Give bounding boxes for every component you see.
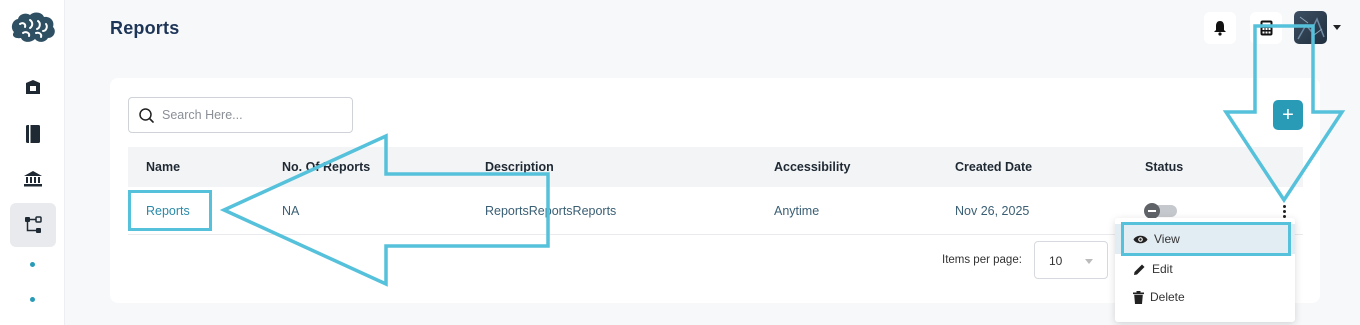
items-per-page-label: Items per page: <box>942 254 1022 266</box>
search-icon <box>139 107 154 123</box>
column-header-created-date[interactable]: Created Date <box>955 160 1032 174</box>
items-per-page-select[interactable]: 10 <box>1034 241 1108 279</box>
bell-icon <box>1214 21 1226 36</box>
column-header-description[interactable]: Description <box>485 160 554 174</box>
sidebar-item-bank[interactable] <box>10 157 56 201</box>
trash-icon <box>1133 290 1144 304</box>
menu-item-label: Delete <box>1150 290 1185 304</box>
highlight-box-view <box>1121 222 1291 256</box>
search-input[interactable] <box>162 108 342 122</box>
highlight-box-reports-link <box>128 190 212 231</box>
column-header-count[interactable]: No. Of Reports <box>282 160 370 174</box>
sidebar-dot[interactable] <box>30 297 35 302</box>
status-toggle[interactable] <box>1144 203 1177 219</box>
column-header-accessibility[interactable]: Accessibility <box>774 160 850 174</box>
chevron-down-icon[interactable] <box>1333 25 1341 30</box>
report-created-date: Nov 26, 2025 <box>955 204 1030 218</box>
items-per-page-value: 10 <box>1049 254 1063 268</box>
chevron-down-icon <box>1085 259 1093 264</box>
sidebar-item-inventory[interactable] <box>10 66 56 110</box>
page-title: Reports <box>110 18 180 38</box>
menu-item-delete[interactable]: Delete <box>1115 282 1295 312</box>
column-header-status[interactable]: Status <box>1145 160 1183 174</box>
box-icon <box>26 80 40 94</box>
report-count: NA <box>282 204 300 218</box>
calculator-icon <box>1260 20 1272 36</box>
avatar[interactable] <box>1294 11 1327 44</box>
sidebar-item-reports[interactable] <box>10 203 56 247</box>
sidebar-dot[interactable] <box>30 262 35 267</box>
pencil-icon <box>1134 264 1145 275</box>
menu-item-edit[interactable]: Edit <box>1115 254 1295 284</box>
table-header: Name No. Of Reports Description Accessib… <box>128 147 1303 187</box>
book-icon <box>26 125 40 143</box>
notification-button[interactable] <box>1204 12 1236 44</box>
column-header-name[interactable]: Name <box>146 160 180 174</box>
report-description: ReportsReportsReports <box>485 204 617 218</box>
report-accessibility: Anytime <box>774 204 820 218</box>
menu-item-label: Edit <box>1152 262 1173 276</box>
bank-icon <box>24 171 42 187</box>
sidebar <box>0 0 65 325</box>
flow-icon <box>25 216 42 233</box>
brain-logo-icon[interactable] <box>8 10 58 46</box>
search-box[interactable] <box>128 97 353 133</box>
sidebar-item-book[interactable] <box>10 112 56 156</box>
calculator-button[interactable] <box>1250 12 1282 44</box>
add-report-button[interactable]: + <box>1273 100 1303 130</box>
